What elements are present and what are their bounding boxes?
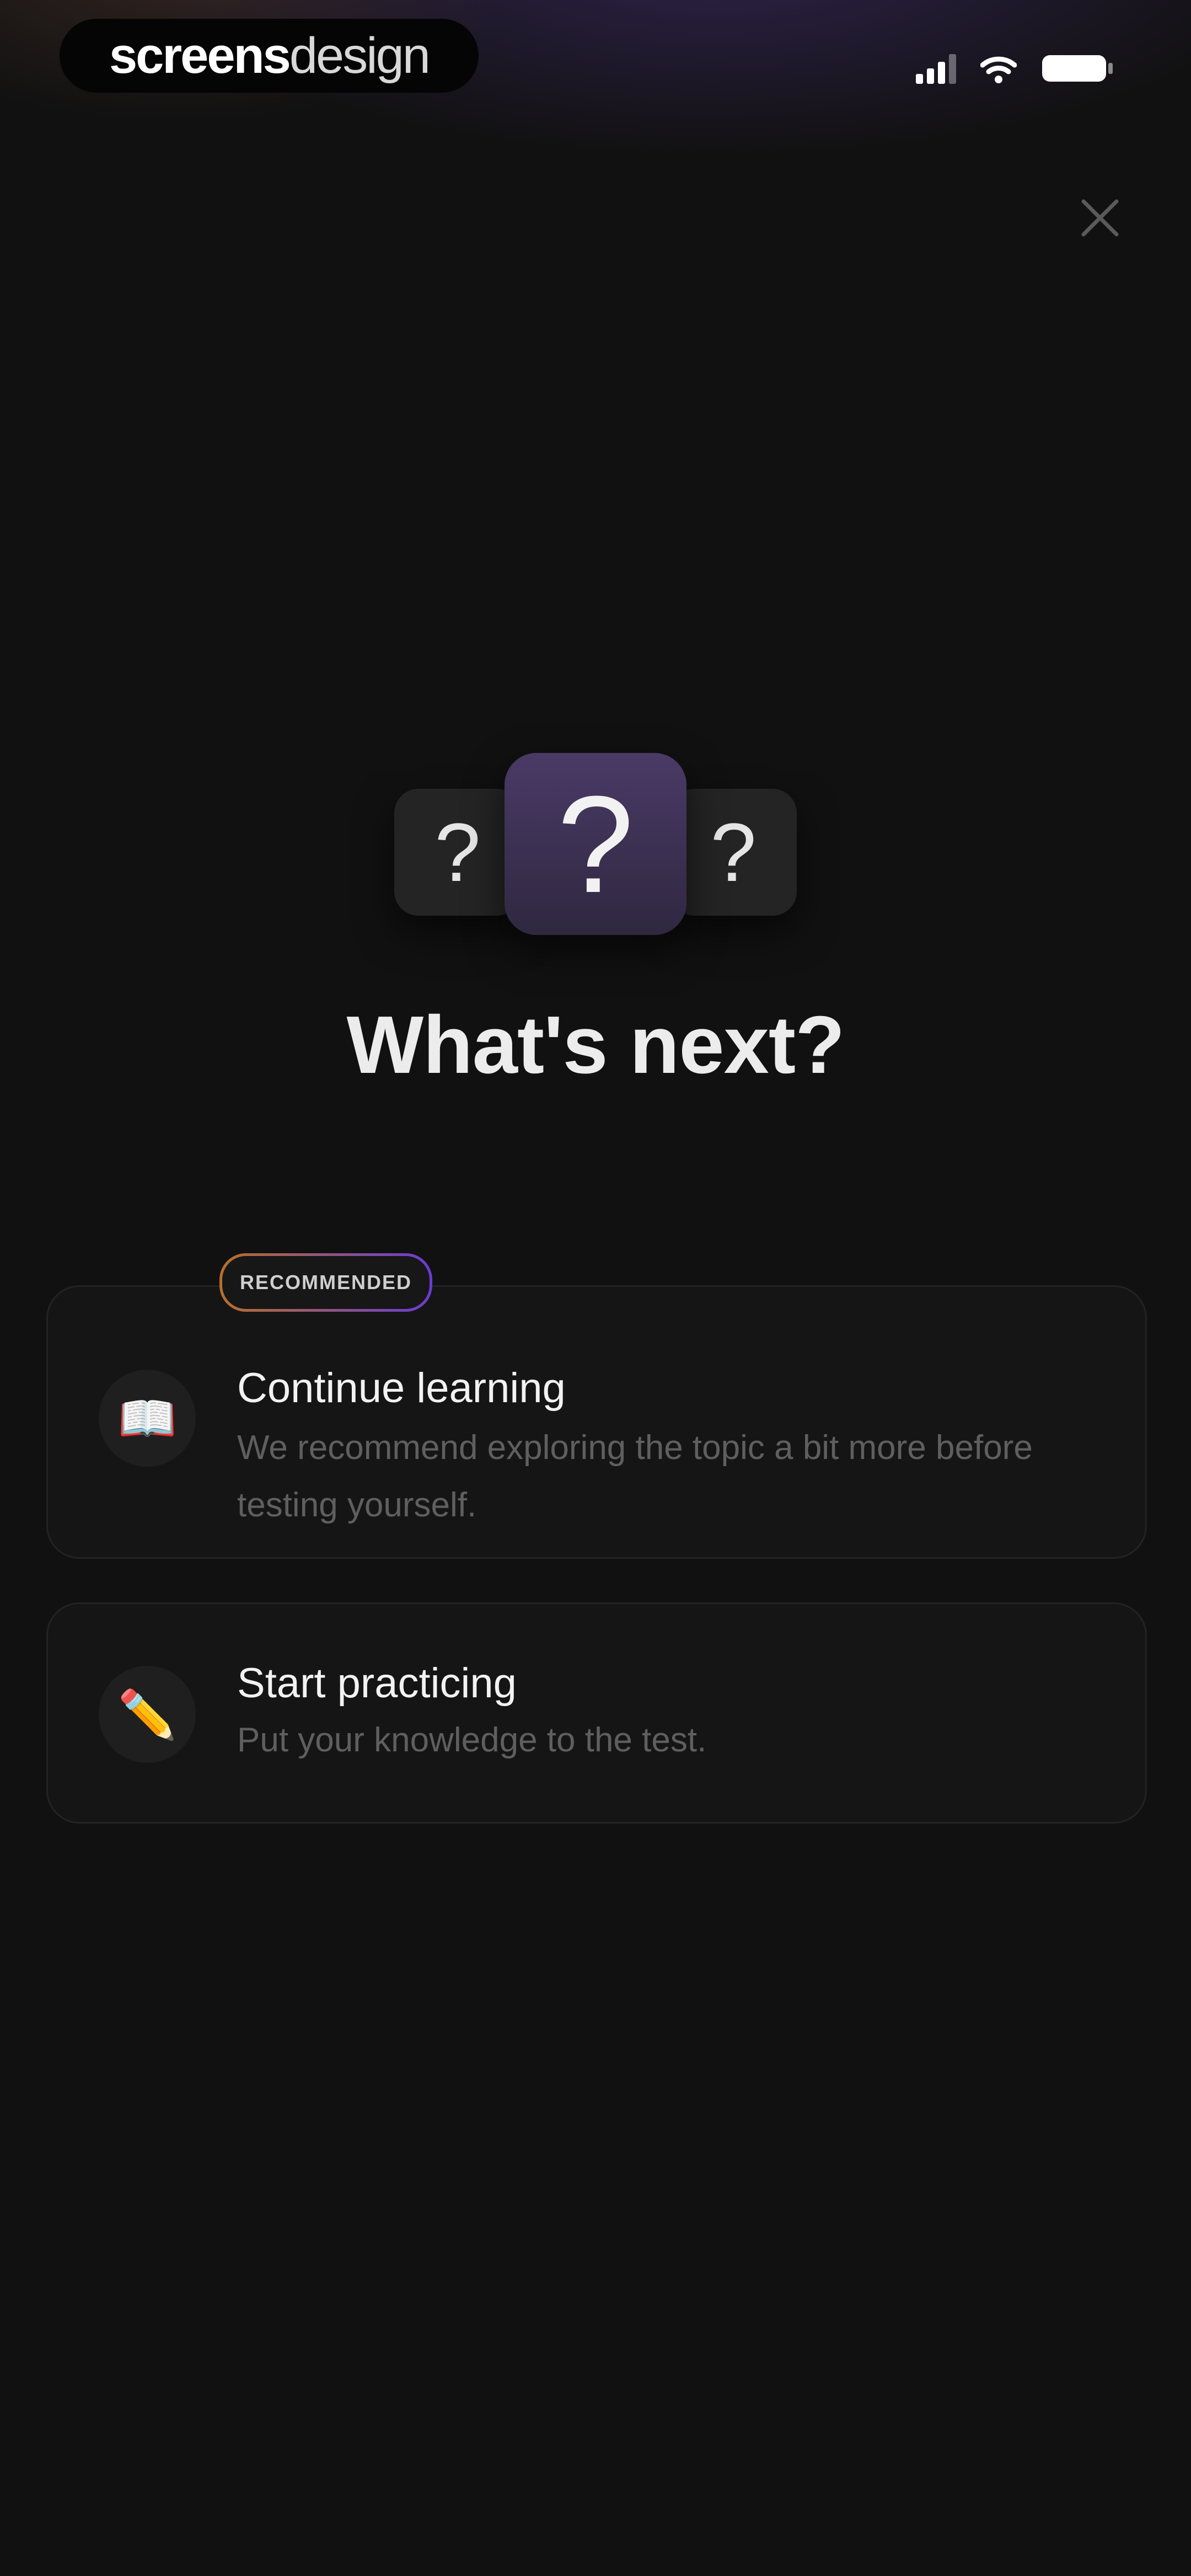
option-description: Put your knowledge to the test. bbox=[237, 1721, 707, 1759]
question-card-right: ? bbox=[670, 789, 797, 916]
page-title: What's next? bbox=[346, 1000, 845, 1091]
brand-watermark: screens design bbox=[60, 19, 479, 93]
question-illustration: ? ? ? bbox=[0, 734, 1191, 954]
brand-text-strong: screens bbox=[109, 27, 291, 84]
close-button[interactable] bbox=[1070, 188, 1130, 248]
recommended-badge: RECOMMENDED bbox=[219, 1253, 432, 1312]
option-description: We recommend exploring the topic a bit m… bbox=[237, 1429, 1033, 1524]
whats-next-screen: screens design ? ? ? What's next? RECOMM… bbox=[0, 0, 1191, 2576]
status-icons bbox=[916, 51, 1114, 84]
option-continue-learning[interactable]: 📖 Continue learning We recommend explori… bbox=[46, 1285, 1147, 1559]
option-title: Continue learning bbox=[237, 1365, 566, 1412]
book-icon: 📖 bbox=[99, 1370, 196, 1467]
signal-icon bbox=[916, 53, 956, 84]
close-icon bbox=[1081, 199, 1119, 237]
battery-icon bbox=[1041, 53, 1114, 84]
question-card-left: ? bbox=[394, 789, 521, 916]
option-title: Start practicing bbox=[237, 1660, 517, 1707]
brand-text-light: design bbox=[289, 27, 431, 84]
question-card-center: ? bbox=[505, 753, 686, 935]
pencil-icon: ✏️ bbox=[99, 1666, 196, 1763]
wifi-icon bbox=[980, 55, 1017, 84]
option-start-practicing[interactable]: ✏️ Start practicing Put your knowledge t… bbox=[46, 1602, 1147, 1824]
